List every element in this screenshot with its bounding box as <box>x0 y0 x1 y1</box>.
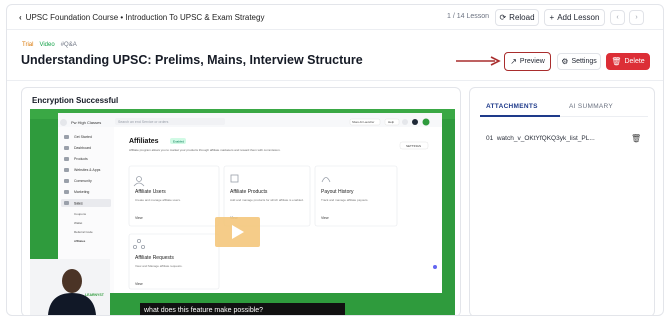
app-subnav-affiliates[interactable]: Affiliates <box>74 239 86 243</box>
attachment-name: watch_v_OKtYfQKQ3yk_list_PL... <box>496 135 595 142</box>
app-brand: Pw High Classes <box>71 120 101 125</box>
external-link-icon: ↗ <box>510 57 517 66</box>
breadcrumb-text: UPSC Foundation Course • Introduction To… <box>25 13 265 22</box>
app-page-badge: Enabled <box>173 140 184 144</box>
chevron-right-icon: › <box>635 14 638 21</box>
app-nav-products[interactable]: Products <box>74 157 88 161</box>
lesson-title: Understanding UPSC: Prelims, Mains, Inte… <box>21 53 363 67</box>
tag-video: Video <box>39 42 55 48</box>
tag-trial: Trial <box>22 42 34 48</box>
active-tab-indicator <box>480 115 560 117</box>
app-page-title: Affiliates <box>129 138 159 145</box>
app-search[interactable]: Search an end Service or orders <box>118 120 169 124</box>
attachment-item[interactable]: 01 watch_v_OKtYfQKQ3yk_list_PL... <box>486 135 595 142</box>
app-header-button-help[interactable]: Help <box>388 120 395 124</box>
app-nav-websites[interactable]: Websites & Apps <box>74 168 101 172</box>
top-bar: ‹ UPSC Foundation Course • Introduction T… <box>7 5 663 30</box>
divider <box>7 80 663 81</box>
app-subnav-coupons[interactable]: Coupons <box>74 212 87 216</box>
app-card-link[interactable]: View <box>135 216 143 220</box>
presenter-head <box>62 269 82 293</box>
app-card-link[interactable]: View <box>135 282 143 286</box>
app-page-description: Affiliate program allows you to market y… <box>129 148 281 152</box>
chevron-left-icon: ‹ <box>616 14 619 21</box>
add-lesson-button[interactable]: + Add Lesson <box>544 9 605 26</box>
video-caption: what does this feature make possible? <box>143 307 263 314</box>
app-subnav-referral[interactable]: Referral Code <box>74 230 93 234</box>
plus-icon: + <box>549 13 555 22</box>
gear-icon: ⚙ <box>561 57 569 66</box>
app-card-affiliate-requests[interactable] <box>128 233 220 290</box>
app-nav-community[interactable]: Community <box>74 179 92 183</box>
app-card-title: Payout History <box>321 189 354 195</box>
lesson-editor: ‹ UPSC Foundation Course • Introduction T… <box>6 4 664 316</box>
side-panel: ATTACHMENTS AI SUMMARY 01 watch_v_OKtYfQ… <box>469 87 655 315</box>
app-card-desc: Track and manage affiliate payouts. <box>321 198 369 202</box>
next-lesson-button[interactable]: › <box>629 10 644 25</box>
trash-icon[interactable]: 🗑 <box>631 134 641 143</box>
app-header-button-launcher[interactable]: Share Atr Launcher <box>352 120 374 124</box>
reload-button[interactable]: ⟳ Reload <box>495 9 539 26</box>
tag-qa: #Q&A <box>60 42 77 48</box>
app-nav-marketing[interactable]: Marketing <box>74 190 89 194</box>
video-card: Encryption Successful Pw High Classes Se… <box>21 87 461 315</box>
app-nav-sales[interactable]: Sales <box>74 202 83 206</box>
app-settings-button[interactable]: SETTINGS <box>406 144 421 148</box>
video-frame: Pw High Classes Search an end Service or… <box>30 109 455 315</box>
app-card-title: Affiliate Products <box>230 189 268 195</box>
app-card-title: Affiliate Requests <box>135 255 174 261</box>
lesson-count: 1 / 14 Lesson <box>447 13 490 20</box>
add-lesson-label: Add Lesson <box>557 13 600 22</box>
watermark: LEARNYST <box>85 293 105 297</box>
app-card-desc: Add and manage products for which affili… <box>230 198 304 202</box>
settings-button[interactable]: ⚙ Settings <box>557 53 601 70</box>
settings-label: Settings <box>571 58 597 65</box>
annotation-arrow-icon <box>456 56 501 66</box>
app-card-title: Affiliate Users <box>135 189 166 195</box>
app-card-link[interactable]: View <box>321 216 329 220</box>
lesson-tags: Trial Video #Q&A <box>22 42 77 48</box>
tab-attachments[interactable]: ATTACHMENTS <box>486 103 538 110</box>
previous-lesson-button[interactable]: ‹ <box>610 10 625 25</box>
chevron-left-icon[interactable]: ‹ <box>19 13 22 22</box>
delete-label: Delete <box>624 58 645 65</box>
delete-button[interactable]: 🗑 Delete <box>606 53 650 70</box>
app-card-desc: Create and manage affiliate users. <box>135 198 181 202</box>
app-card-desc: View and Manage affiliate requests. <box>135 264 183 268</box>
app-subnav-wallet[interactable]: Wallet <box>74 221 82 225</box>
video-player[interactable]: Pw High Classes Search an end Service or… <box>30 109 455 315</box>
reload-label: Reload <box>509 13 535 22</box>
app-nav-dashboard[interactable]: Dashboard <box>74 146 91 150</box>
tab-ai-summary[interactable]: AI SUMMARY <box>569 103 613 110</box>
breadcrumb[interactable]: ‹ UPSC Foundation Course • Introduction T… <box>19 13 264 22</box>
preview-label: Preview <box>519 58 545 65</box>
encryption-status: Encryption Successful <box>32 96 119 105</box>
app-nav-get-started[interactable]: Get Started <box>74 135 92 139</box>
reload-icon: ⟳ <box>499 13 507 22</box>
preview-button[interactable]: ↗ Preview <box>504 52 551 71</box>
attachment-index: 01 <box>486 135 494 142</box>
trash-icon: 🗑 <box>611 57 622 66</box>
